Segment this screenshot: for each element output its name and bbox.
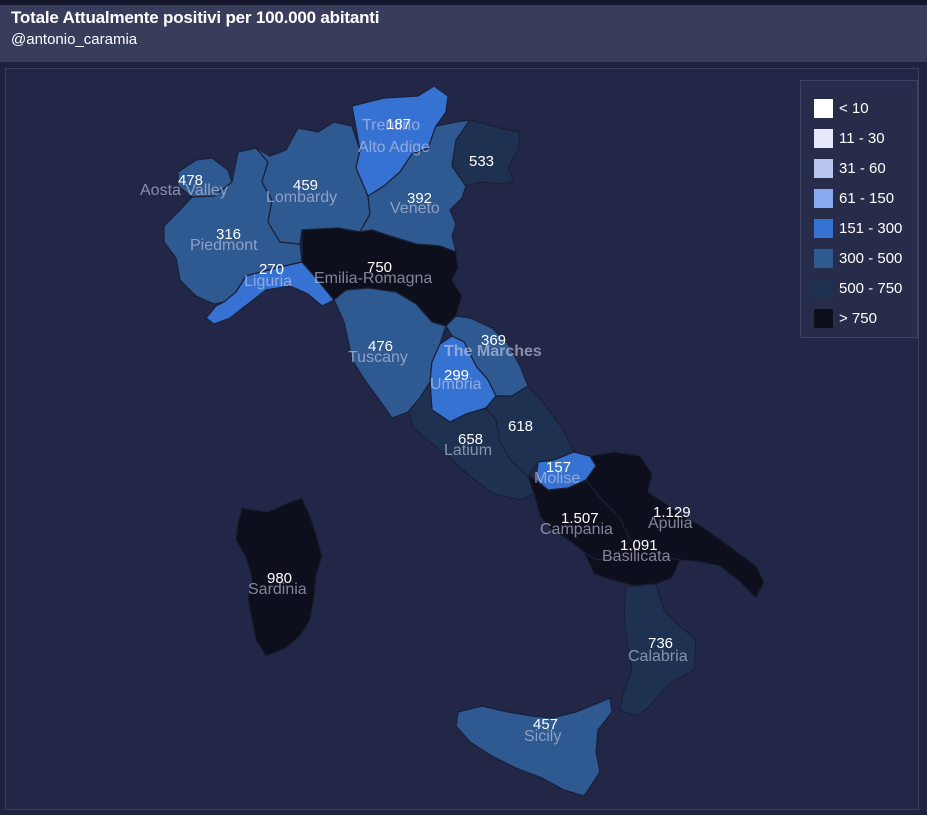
legend-swatch: [814, 98, 833, 118]
value-umbria: 299: [444, 367, 469, 384]
value-trentino-alto-adige: 187: [386, 116, 411, 133]
value-tuscany: 476: [368, 338, 393, 355]
value-emilia-romagna: 750: [367, 259, 392, 276]
legend-swatch: [814, 158, 833, 178]
legend-swatch: [814, 128, 833, 148]
value-apulia: 1.129: [653, 504, 691, 521]
legend-item: 500 - 750: [814, 278, 902, 298]
legend-swatch: [814, 308, 833, 328]
map-label-trentino-2: Alto Adige: [358, 139, 430, 156]
legend-label: 500 - 750: [839, 279, 903, 297]
legend-item: > 750: [814, 308, 877, 328]
legend-label: > 750: [839, 309, 877, 327]
legend-label: 300 - 500: [839, 249, 903, 267]
value-lombardy: 459: [293, 177, 318, 194]
legend-swatch: [814, 278, 833, 298]
legend-label: 11 - 30: [839, 129, 885, 147]
value-liguria: 270: [259, 261, 284, 278]
legend-item: 61 - 150: [814, 188, 894, 208]
value-sardinia: 980: [267, 570, 292, 587]
italy-choropleth-map: Aosta Valley Piedmont Liguria Lombardy T…: [140, 85, 765, 797]
value-abruzzo: 618: [508, 418, 533, 435]
value-friuli-venezia-giulia: 533: [469, 153, 494, 170]
color-legend: < 10 11 - 30 31 - 60 61 - 150 151 - 300 …: [800, 80, 918, 338]
legend-label: 61 - 150: [839, 189, 895, 207]
legend-label: 151 - 300: [839, 219, 903, 237]
legend-swatch: [814, 188, 833, 208]
value-piedmont: 316: [216, 226, 241, 243]
legend-item: 11 - 30: [814, 128, 885, 148]
value-latium: 658: [458, 431, 483, 448]
value-veneto: 392: [407, 190, 432, 207]
value-molise: 157: [546, 459, 571, 476]
legend-item: < 10: [814, 98, 869, 118]
legend-swatch: [814, 218, 833, 238]
legend-label: < 10: [839, 99, 869, 117]
value-calabria: 736: [648, 635, 673, 652]
value-marches: 369: [481, 332, 506, 349]
value-basilicata: 1.091: [620, 537, 658, 554]
value-campania: 1.507: [561, 510, 599, 527]
value-sicily: 457: [533, 716, 558, 733]
legend-label: 31 - 60: [839, 159, 886, 177]
value-aosta-valley: 478: [178, 172, 203, 189]
legend-item: 151 - 300: [814, 218, 902, 238]
legend-item: 31 - 60: [814, 158, 886, 178]
legend-swatch: [814, 248, 833, 268]
legend-item: 300 - 500: [814, 248, 902, 268]
region-sicily[interactable]: [455, 697, 613, 797]
